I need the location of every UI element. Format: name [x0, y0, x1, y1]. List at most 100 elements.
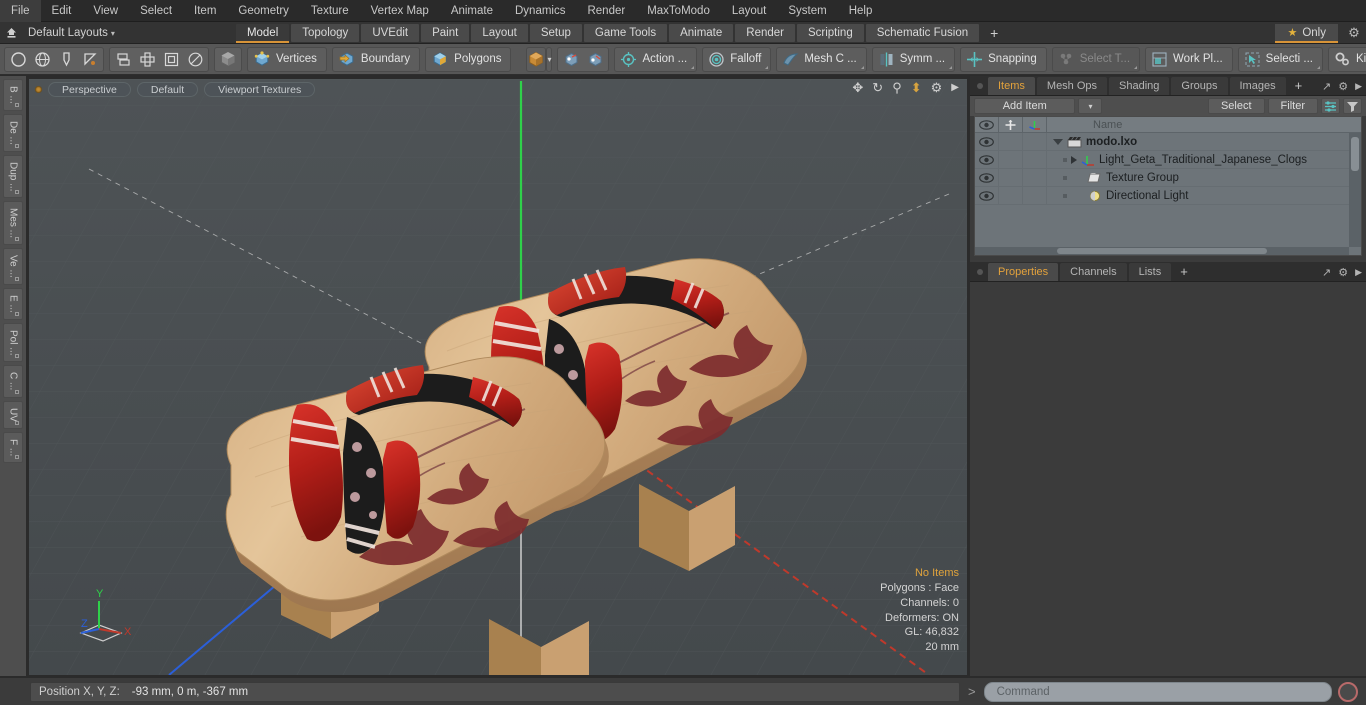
select-button[interactable]: Select — [1207, 98, 1265, 114]
circle-icon[interactable] — [6, 48, 30, 71]
add-properties-tab-button[interactable]: + — [1173, 263, 1195, 281]
snapping-button[interactable]: Snapping — [960, 46, 1047, 72]
expand-icon[interactable]: ↗ — [1322, 80, 1331, 93]
menu-item-vertex-map[interactable]: Vertex Map — [360, 0, 440, 22]
default-layouts-dropdown[interactable]: Default Layouts ▾ — [22, 23, 124, 43]
mesh-constraint-button[interactable]: Mesh C ... — [776, 46, 867, 72]
table-row[interactable]: modo.lxo — [975, 132, 1361, 151]
tab-game-tools[interactable]: Game Tools — [583, 23, 668, 42]
left-tab-duplicate[interactable]: Dup ... — [3, 154, 23, 199]
record-icon[interactable] — [1338, 681, 1358, 702]
viewport-shading-selector[interactable]: Viewport Textures — [204, 81, 316, 97]
gear-icon[interactable]: ⚙ — [1338, 266, 1348, 279]
menu-item-dynamics[interactable]: Dynamics — [504, 0, 576, 22]
left-tab-polygon[interactable]: Pol ... — [3, 322, 23, 363]
row-axis-cell[interactable] — [1023, 186, 1047, 205]
add-tab-button[interactable]: + — [981, 24, 1007, 42]
row-visibility-eye-icon[interactable] — [975, 168, 999, 187]
table-row[interactable]: Texture Group — [975, 168, 1361, 187]
menu-item-system[interactable]: System — [777, 0, 837, 22]
kits-button[interactable]: Kits — [1327, 46, 1366, 72]
fit-icon[interactable]: ⬍ — [911, 81, 922, 94]
items-list-horizontal-scrollbar[interactable] — [975, 247, 1349, 255]
chevron-right-icon[interactable]: ▶ — [1355, 81, 1362, 92]
menu-item-render[interactable]: Render — [576, 0, 636, 22]
chevron-right-icon[interactable]: ▶ — [1355, 267, 1362, 278]
twisty-down-icon[interactable] — [1053, 138, 1063, 145]
tab-images[interactable]: Images — [1229, 77, 1286, 95]
left-tab-mesh[interactable]: Mes ... — [3, 201, 23, 246]
tab-uvedit[interactable]: UVEdit — [361, 23, 420, 42]
tab-scripting[interactable]: Scripting — [796, 23, 864, 42]
menu-item-item[interactable]: Item — [183, 0, 227, 22]
zoom-icon[interactable]: ⚲ — [892, 81, 902, 94]
snap-cube-b-icon[interactable] — [583, 48, 607, 71]
3d-viewport[interactable]: Perspective Default Viewport Textures ✥ … — [28, 78, 968, 676]
tab-animate[interactable]: Animate — [669, 23, 734, 42]
item-row-texture-group[interactable]: Texture Group — [1047, 172, 1179, 184]
falloff-button[interactable]: Falloff — [702, 46, 772, 72]
gear-icon[interactable]: ⚙ — [1338, 80, 1348, 93]
tab-items[interactable]: Items — [988, 77, 1035, 95]
add-item-dropdown[interactable]: ▾ — [1078, 98, 1103, 114]
pen-icon[interactable] — [54, 48, 78, 71]
menu-item-file[interactable]: File — [0, 0, 41, 22]
select-through-button[interactable]: Select T... — [1051, 46, 1141, 72]
filter-funnel-icon[interactable] — [1343, 98, 1362, 114]
symmetry-button[interactable]: Symm ... — [871, 46, 956, 72]
globe-icon[interactable] — [30, 48, 54, 71]
curve-icon[interactable] — [78, 48, 102, 71]
tab-channels[interactable]: Channels — [1060, 263, 1127, 281]
left-tab-vertex[interactable]: Ve ... — [3, 248, 23, 285]
row-visibility-eye-icon[interactable] — [975, 150, 999, 169]
menu-item-layout[interactable]: Layout — [721, 0, 778, 22]
row-transform-cell[interactable] — [999, 150, 1023, 169]
circle-in-square-icon[interactable] — [183, 48, 207, 71]
item-row-directional-light[interactable]: Directional Light — [1047, 190, 1188, 202]
row-transform-cell[interactable] — [999, 132, 1023, 151]
cube-grey-icon[interactable] — [216, 48, 240, 71]
row-axis-cell[interactable] — [1023, 150, 1047, 169]
menu-item-texture[interactable]: Texture — [300, 0, 360, 22]
work-plane-button[interactable]: Work Pl... — [1145, 46, 1233, 72]
filter-button[interactable]: Filter — [1267, 98, 1318, 114]
items-list[interactable]: Name modo.lxo Light_Geta_Traditional_Jap… — [974, 116, 1362, 256]
left-tab-fusion[interactable]: F ... — [3, 431, 23, 463]
tab-schematic-fusion[interactable]: Schematic Fusion — [865, 23, 980, 42]
menu-item-geometry[interactable]: Geometry — [227, 0, 300, 22]
move-icon[interactable]: ✥ — [852, 81, 863, 94]
tab-setup[interactable]: Setup — [529, 23, 582, 42]
tab-render[interactable]: Render — [735, 23, 795, 42]
list-options-icon[interactable] — [1321, 98, 1340, 114]
action-center-button[interactable]: Action ... — [614, 46, 698, 72]
square-in-square-icon[interactable] — [159, 48, 183, 71]
tab-shading[interactable]: Shading — [1109, 77, 1170, 95]
tab-mesh-ops[interactable]: Mesh Ops — [1036, 77, 1108, 95]
row-visibility-eye-icon[interactable] — [975, 132, 999, 151]
row-axis-cell[interactable] — [1023, 132, 1047, 151]
left-tab-deform[interactable]: De ... — [3, 113, 23, 152]
items-list-vertical-scrollbar[interactable] — [1349, 133, 1361, 247]
menu-item-maxtomodo[interactable]: MaxToModo — [636, 0, 721, 22]
expand-icon[interactable]: ↗ — [1322, 266, 1331, 279]
home-icon[interactable] — [0, 23, 22, 43]
table-row[interactable]: Light_Geta_Traditional_Japanese_Clogs — [975, 150, 1361, 169]
tab-model[interactable]: Model — [235, 23, 290, 43]
cube-dropdown-caret[interactable]: ▾ — [546, 46, 553, 72]
left-tab-uv[interactable]: UV — [3, 400, 23, 429]
table-row[interactable]: Directional Light — [975, 186, 1361, 205]
row-transform-cell[interactable] — [999, 186, 1023, 205]
viewport-projection-selector[interactable]: Perspective — [48, 81, 131, 97]
tab-properties[interactable]: Properties — [988, 263, 1059, 281]
menu-item-animate[interactable]: Animate — [440, 0, 504, 22]
menu-item-select[interactable]: Select — [129, 0, 183, 22]
gear-icon[interactable]: ⚙ — [931, 81, 943, 94]
rotate-icon[interactable]: ↻ — [872, 81, 883, 94]
add-item-button[interactable]: Add Item — [974, 98, 1076, 114]
item-row-mesh[interactable]: Light_Geta_Traditional_Japanese_Clogs — [1047, 154, 1307, 166]
align-icon[interactable] — [111, 48, 135, 71]
play-icon[interactable]: ▶ — [951, 82, 959, 93]
left-tab-basic[interactable]: B ... — [3, 79, 23, 111]
cube-orange-icon[interactable] — [526, 46, 547, 72]
gear-icon[interactable]: ⚙ — [1342, 25, 1366, 41]
